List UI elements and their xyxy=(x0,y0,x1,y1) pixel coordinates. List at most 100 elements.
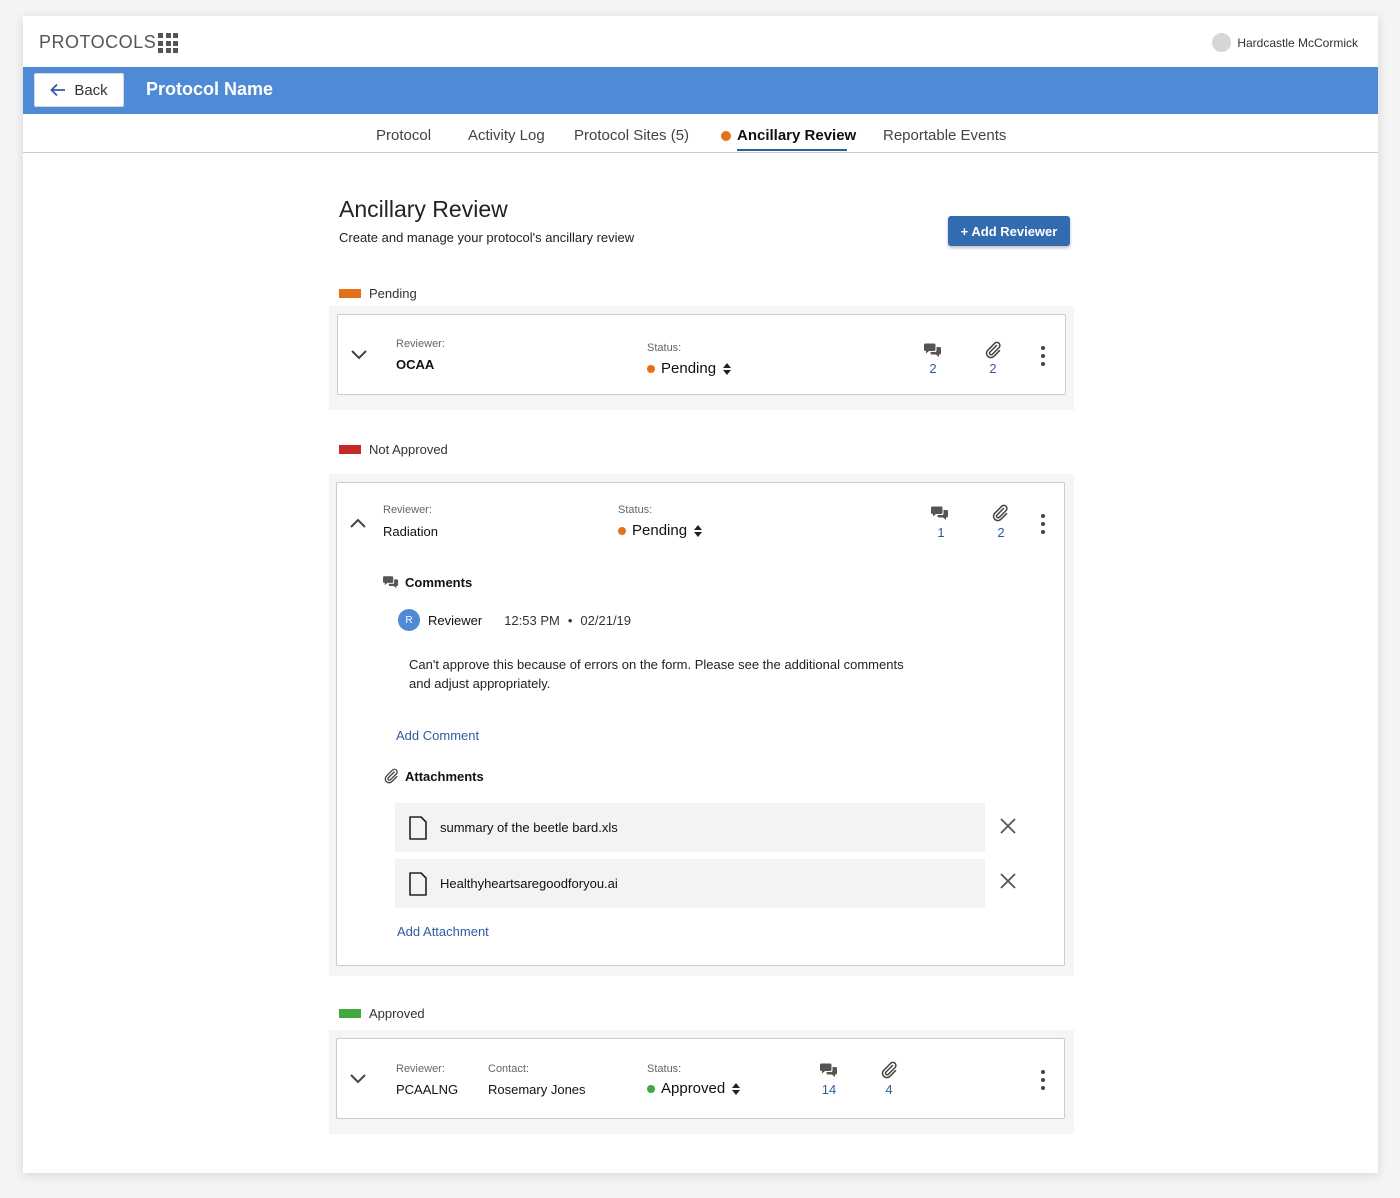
paperclip-icon[interactable] xyxy=(991,504,1009,522)
reviewer-label: Reviewer: xyxy=(383,504,432,516)
document-icon xyxy=(408,816,428,840)
status-value: Pending xyxy=(661,360,717,377)
section-label-pending: Pending xyxy=(339,286,417,301)
add-reviewer-button[interactable]: + Add Reviewer xyxy=(948,216,1070,246)
sort-arrows-icon xyxy=(693,524,703,538)
tab-protocol[interactable]: Protocol xyxy=(376,127,431,144)
status-select[interactable]: Approved xyxy=(647,1080,741,1097)
protocol-name: Protocol Name xyxy=(146,79,274,99)
back-button[interactable]: Back xyxy=(34,73,124,107)
not-approved-swatch xyxy=(339,445,361,454)
chat-bubbles-icon[interactable] xyxy=(924,341,942,359)
comments-count[interactable]: 14 xyxy=(819,1082,839,1097)
attachments-heading-text: Attachments xyxy=(405,768,484,784)
paperclip-icon xyxy=(383,768,399,784)
reviewer-name: PCAALNG xyxy=(396,1082,459,1097)
comment-avatar: R xyxy=(398,609,420,631)
app-window: PROTOCOLS Hardcastle McCormick Back Prot… xyxy=(23,16,1378,1173)
tab-protocol-sites[interactable]: Protocol Sites (5) xyxy=(574,127,689,144)
user-name: Hardcastle McCormick xyxy=(1237,35,1358,50)
approved-swatch xyxy=(339,1009,361,1018)
section-label-approved: Approved xyxy=(339,1006,425,1021)
kebab-menu-icon[interactable] xyxy=(1040,1070,1046,1090)
contact-label: Contact: xyxy=(488,1063,529,1075)
attachment-row[interactable]: Healthyheartsaregoodforyou.ai xyxy=(395,859,985,908)
attachments-count[interactable]: 2 xyxy=(991,525,1011,540)
page-subtitle: Create and manage your protocol's ancill… xyxy=(339,230,635,245)
status-value: Pending xyxy=(632,522,688,539)
add-comment-link[interactable]: Add Comment xyxy=(396,728,479,743)
tab-activity-log[interactable]: Activity Log xyxy=(468,127,545,144)
status-select[interactable]: Pending xyxy=(618,522,703,539)
attachment-row[interactable]: summary of the beetle bard.xls xyxy=(395,803,985,852)
review-card-radiation: Reviewer: Radiation Status: Pending 1 2 … xyxy=(336,482,1065,966)
attachment-name: summary of the beetle bard.xls xyxy=(440,820,618,835)
comment-text-line: Can't approve this because of errors on … xyxy=(409,657,904,672)
page-title: Ancillary Review xyxy=(339,196,508,222)
chevron-down-icon[interactable] xyxy=(350,349,368,361)
section-title: Approved xyxy=(369,1006,425,1021)
status-label: Status: xyxy=(618,504,653,516)
active-tab-indicator xyxy=(737,149,847,151)
arrow-left-icon xyxy=(50,83,66,97)
section-label-not-approved: Not Approved xyxy=(339,442,448,457)
document-icon xyxy=(408,872,428,896)
section-title: Not Approved xyxy=(369,442,448,457)
comments-count[interactable]: 1 xyxy=(931,525,951,540)
tab-reportable-events[interactable]: Reportable Events xyxy=(883,127,1006,144)
status-value: Approved xyxy=(661,1080,726,1097)
attachments-count[interactable]: 4 xyxy=(879,1082,899,1097)
status-dot xyxy=(647,1084,655,1093)
chevron-down-icon[interactable] xyxy=(349,1073,367,1085)
paperclip-icon[interactable] xyxy=(984,341,1002,359)
comment-time: 12:53 PM xyxy=(504,612,560,628)
back-label: Back xyxy=(74,81,108,99)
apps-grid-icon[interactable] xyxy=(158,33,178,53)
sort-arrows-icon xyxy=(731,1082,741,1096)
avatar xyxy=(1212,33,1232,52)
add-attachment-link[interactable]: Add Attachment xyxy=(397,924,489,939)
review-card-pcaalng: Reviewer: PCAALNG Contact: Rosemary Jone… xyxy=(336,1038,1065,1119)
section-title: Pending xyxy=(369,286,417,301)
pending-swatch xyxy=(339,289,361,298)
chat-bubbles-icon[interactable] xyxy=(931,504,949,522)
reviewer-name: OCAA xyxy=(396,357,435,372)
comment-author: Reviewer xyxy=(428,612,483,628)
close-icon[interactable] xyxy=(999,817,1017,835)
kebab-menu-icon[interactable] xyxy=(1040,346,1046,366)
reviewer-label: Reviewer: xyxy=(396,338,445,350)
attachments-heading: Attachments xyxy=(383,768,484,784)
chat-bubbles-icon[interactable] xyxy=(820,1061,838,1079)
review-card-ocaa: Reviewer: OCAA Status: Pending 2 2 xyxy=(337,314,1066,395)
close-icon[interactable] xyxy=(999,872,1017,890)
comments-heading: Comments xyxy=(383,574,472,590)
comment-text-line: and adjust appropriately. xyxy=(409,676,551,691)
status-dot xyxy=(618,526,626,535)
tab-bar: Protocol Activity Log Protocol Sites (5)… xyxy=(23,114,1378,153)
protocol-header: Back Protocol Name xyxy=(23,67,1378,114)
sort-arrows-icon xyxy=(722,362,732,376)
attachments-count[interactable]: 2 xyxy=(983,361,1003,376)
chevron-up-icon[interactable] xyxy=(349,517,367,529)
tab-status-dot xyxy=(721,131,731,141)
comments-count[interactable]: 2 xyxy=(923,361,943,376)
app-title: PROTOCOLS xyxy=(39,32,157,52)
contact-name: Rosemary Jones xyxy=(488,1082,586,1097)
comment-separator: • xyxy=(567,612,573,628)
attachment-name: Healthyheartsaregoodforyou.ai xyxy=(440,876,618,891)
comment-date: 02/21/19 xyxy=(580,612,632,628)
comment-meta: R Reviewer 12:53 PM • 02/21/19 xyxy=(398,609,631,631)
reviewer-name: Radiation xyxy=(383,524,438,539)
status-label: Status: xyxy=(647,1063,682,1075)
tab-ancillary-review[interactable]: Ancillary Review xyxy=(737,127,856,144)
status-select[interactable]: Pending xyxy=(647,360,732,377)
comments-heading-text: Comments xyxy=(405,574,473,590)
status-dot xyxy=(647,364,655,373)
paperclip-icon[interactable] xyxy=(880,1061,898,1079)
kebab-menu-icon[interactable] xyxy=(1040,514,1046,534)
status-label: Status: xyxy=(647,342,682,354)
user-menu[interactable]: Hardcastle McCormick xyxy=(1212,33,1358,52)
reviewer-label: Reviewer: xyxy=(396,1063,445,1075)
chat-bubbles-icon xyxy=(383,574,399,590)
comment-body: Can't approve this because of errors on … xyxy=(409,655,904,693)
